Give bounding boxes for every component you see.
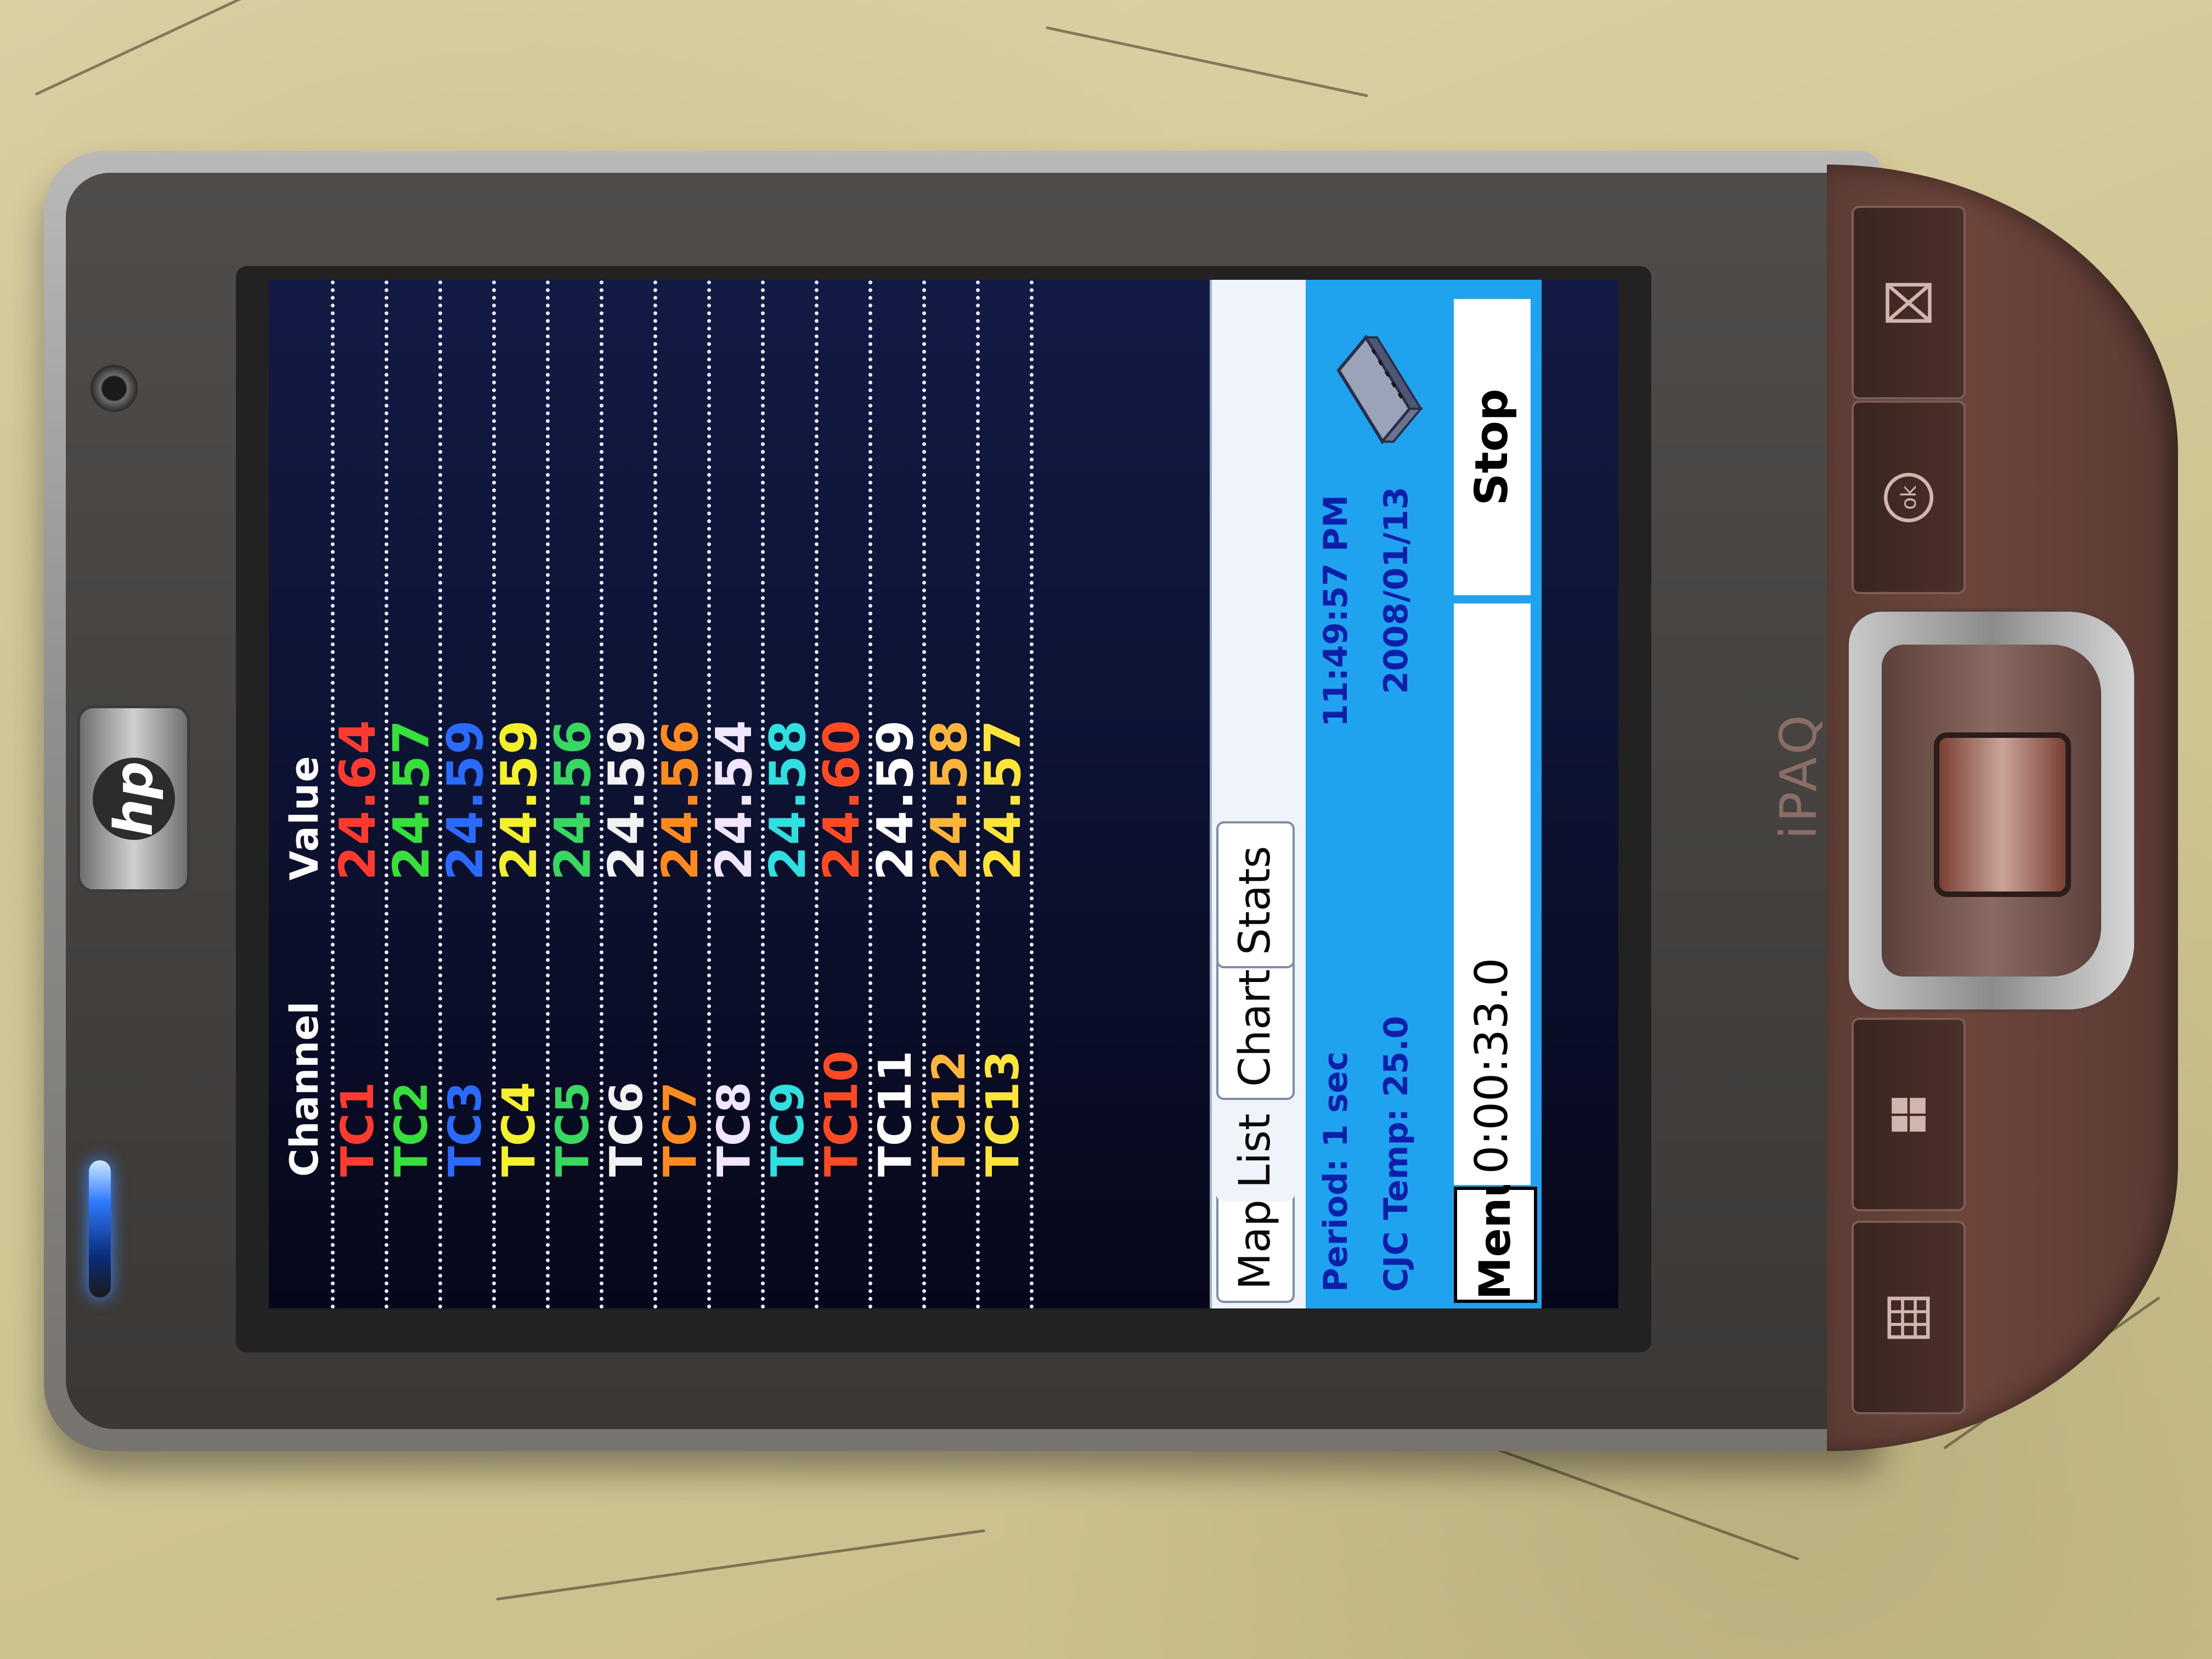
svg-text:ok: ok bbox=[1897, 485, 1921, 510]
surface-crack bbox=[1046, 26, 1368, 98]
screen-content: Channel Value TC1 24.64 TC2 24.57 TC3 24.59 TC… bbox=[269, 280, 1618, 1308]
list-item[interactable]: TC11 24.59 bbox=[867, 280, 926, 1308]
calendar-key[interactable] bbox=[1852, 1221, 1966, 1414]
notification-led bbox=[89, 1160, 111, 1297]
channel-value: 24.58 bbox=[759, 719, 817, 881]
channel-name: TC7 bbox=[654, 1081, 707, 1177]
cjc-temp-label: CJC Temp: 25.0 bbox=[1377, 1015, 1415, 1292]
dpad-center-button[interactable] bbox=[1934, 732, 2071, 897]
list-item[interactable]: TC6 24.59 bbox=[598, 280, 657, 1308]
list-item[interactable]: TC4 24.59 bbox=[490, 280, 550, 1308]
channel-value: 24.57 bbox=[974, 719, 1032, 881]
list-item[interactable]: TC12 24.58 bbox=[921, 280, 980, 1308]
column-header-channel[interactable]: Channel bbox=[278, 881, 331, 1308]
channel-name: TC11 bbox=[870, 1050, 922, 1177]
surface-crack bbox=[35, 0, 295, 96]
channel-name: TC10 bbox=[816, 1050, 868, 1177]
hp-logo: hp bbox=[77, 705, 190, 893]
channel-value: 24.59 bbox=[437, 719, 494, 881]
channel-name: TC6 bbox=[601, 1081, 653, 1177]
screen: Channel Value TC1 24.64 TC2 24.57 TC3 24.59 TC… bbox=[269, 280, 1618, 1308]
list-item[interactable]: TC13 24.57 bbox=[974, 280, 1034, 1308]
menu-button[interactable]: Menu bbox=[1454, 1167, 1537, 1303]
list-item[interactable]: TC3 24.59 bbox=[437, 280, 496, 1308]
camera-lens bbox=[91, 365, 138, 412]
channel-value: 24.54 bbox=[706, 719, 763, 881]
status-panel: Period: 1 sec CJC Temp: 25.0 11:49:57 PM… bbox=[1306, 280, 1448, 1308]
channel-value: 24.56 bbox=[652, 719, 709, 881]
list-item[interactable]: TC10 24.60 bbox=[813, 280, 872, 1308]
channel-name: TC12 bbox=[923, 1050, 975, 1177]
channel-value: 24.56 bbox=[544, 719, 602, 881]
tab-map[interactable]: Map bbox=[1216, 1189, 1295, 1303]
channel-value: 24.60 bbox=[813, 719, 871, 881]
dpad-ring bbox=[1882, 645, 2101, 977]
tab-chart[interactable]: Chart bbox=[1216, 956, 1295, 1100]
list-item[interactable]: TC7 24.56 bbox=[652, 280, 711, 1308]
channel-name: TC13 bbox=[977, 1050, 1029, 1177]
channel-value: 24.59 bbox=[598, 719, 656, 881]
calendar-icon bbox=[1887, 1296, 1930, 1339]
channel-value: 24.59 bbox=[867, 719, 924, 881]
list-header: Channel Value bbox=[269, 280, 335, 1308]
tab-bar: Map List Chart Stats bbox=[1210, 280, 1308, 1308]
ipaq-label: iPAQ bbox=[1769, 712, 1828, 839]
channel-name: TC8 bbox=[708, 1081, 760, 1177]
command-bar: Menu 0:00:33.0 Stop bbox=[1448, 280, 1542, 1308]
channel-name: TC9 bbox=[762, 1081, 814, 1177]
period-label: Period: 1 sec bbox=[1317, 1051, 1355, 1293]
channel-name: TC4 bbox=[493, 1081, 545, 1177]
list-item[interactable]: TC8 24.54 bbox=[706, 280, 765, 1308]
channel-value: 24.58 bbox=[921, 719, 978, 881]
start-key[interactable] bbox=[1852, 1018, 1966, 1211]
ok-icon: ok bbox=[1883, 472, 1934, 522]
channel-name: TC1 bbox=[332, 1081, 384, 1177]
messaging-key[interactable] bbox=[1852, 206, 1966, 399]
tab-stats[interactable]: Stats bbox=[1216, 821, 1295, 968]
ok-key[interactable]: ok bbox=[1852, 400, 1966, 594]
clock-date: 2008/01/13 bbox=[1377, 487, 1415, 694]
navigation-dpad[interactable] bbox=[1849, 612, 2134, 1009]
list-item[interactable]: TC1 24.64 bbox=[329, 280, 388, 1308]
surface-crack bbox=[496, 1529, 985, 1601]
list-item[interactable]: TC5 24.56 bbox=[544, 280, 603, 1308]
channel-value: 24.59 bbox=[490, 719, 548, 881]
list-item[interactable]: TC9 24.58 bbox=[759, 280, 819, 1308]
tab-list[interactable]: List bbox=[1216, 1087, 1295, 1201]
column-header-value[interactable]: Value bbox=[278, 551, 331, 881]
channel-value: 24.57 bbox=[383, 719, 441, 881]
channel-value: 24.64 bbox=[329, 719, 387, 881]
channel-list: Channel Value TC1 24.64 TC2 24.57 TC3 24.59 TC… bbox=[269, 280, 1048, 1308]
stop-button[interactable]: Stop bbox=[1454, 299, 1531, 595]
logger-device-icon bbox=[1336, 334, 1424, 445]
windows-logo-icon bbox=[1892, 1097, 1926, 1132]
channel-name: TC2 bbox=[386, 1081, 438, 1177]
elapsed-time-field: 0:00:33.0 bbox=[1454, 603, 1531, 1185]
list-item[interactable]: TC2 24.57 bbox=[383, 280, 442, 1308]
envelope-icon bbox=[1886, 283, 1932, 323]
channel-name: TC3 bbox=[439, 1081, 492, 1177]
clock-time: 11:49:57 PM bbox=[1317, 494, 1355, 727]
channel-name: TC5 bbox=[547, 1081, 599, 1177]
